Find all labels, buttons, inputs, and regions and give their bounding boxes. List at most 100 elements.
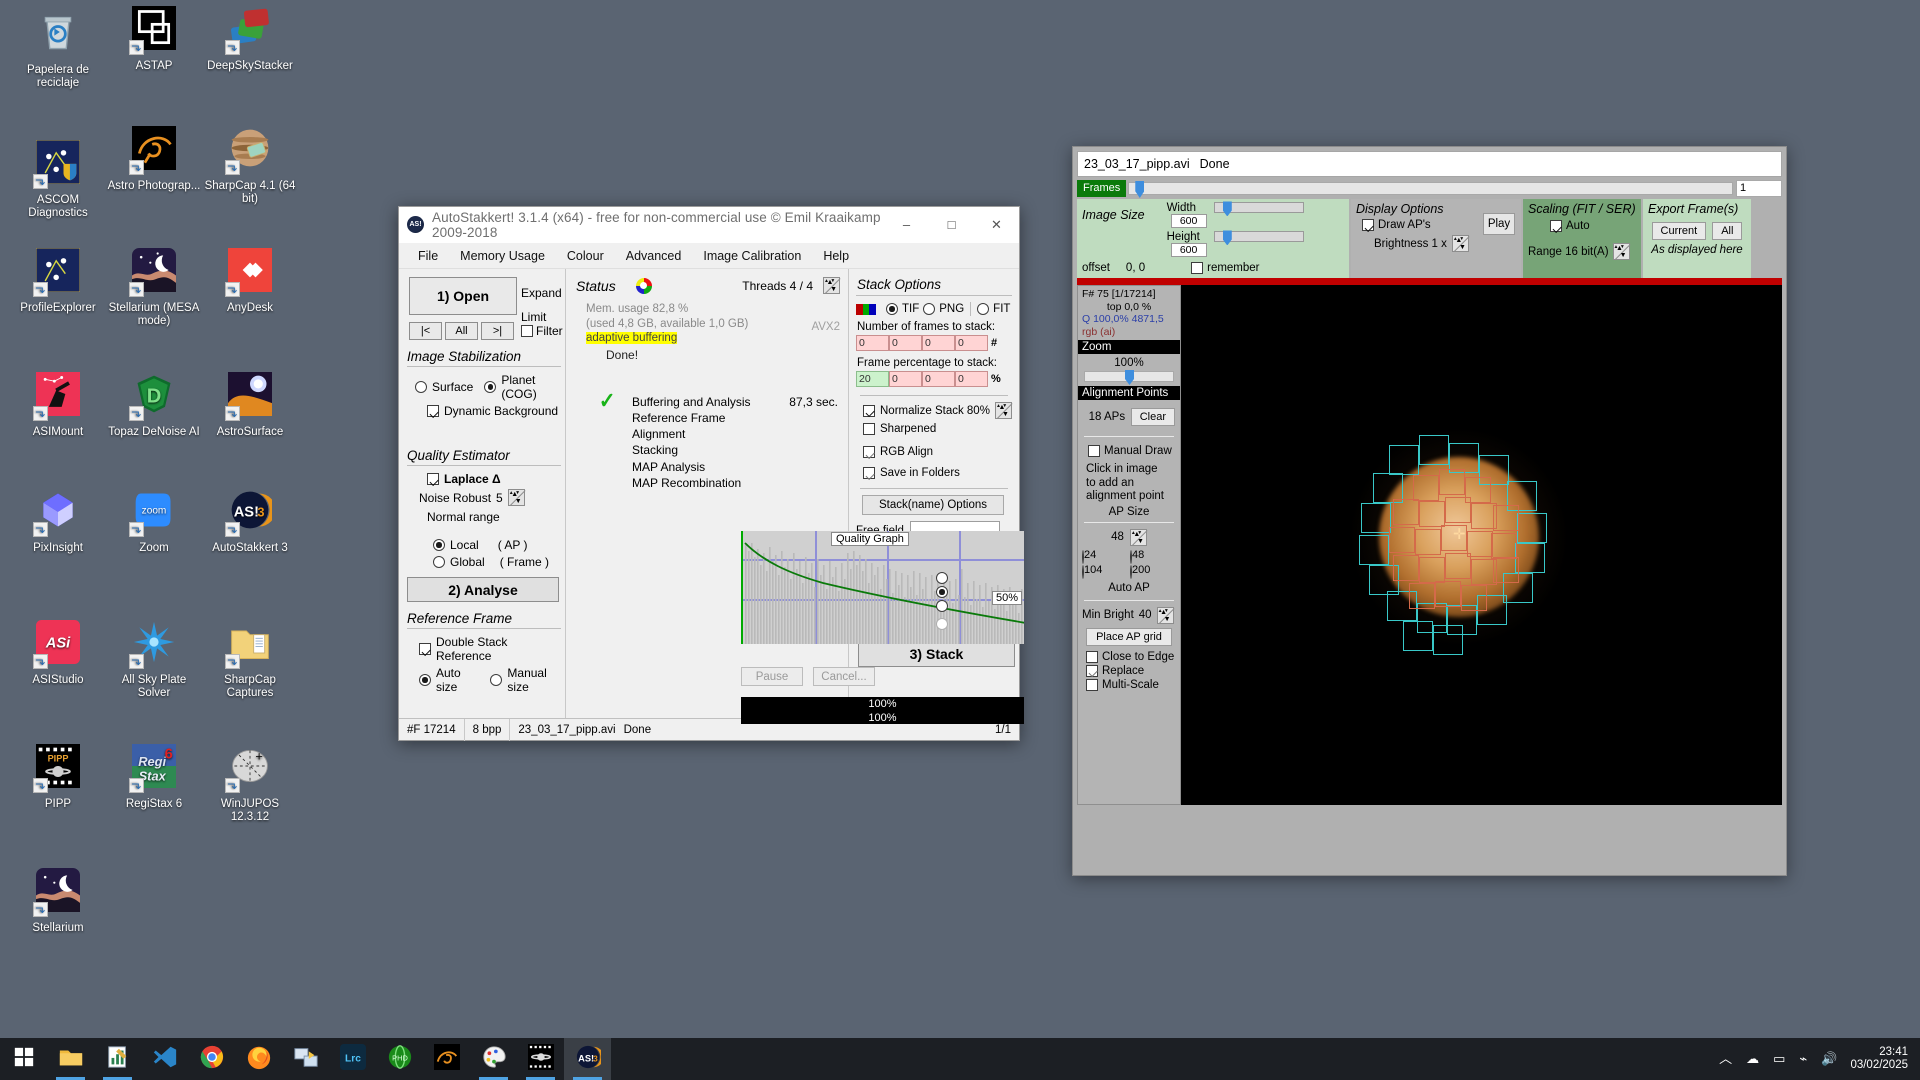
volume-icon[interactable]: 🔊 <box>1814 1052 1844 1066</box>
taskbar-autostakkert-app[interactable]: AS! 3 <box>564 1038 611 1080</box>
minimize-button[interactable]: – <box>884 207 929 243</box>
wifi-icon[interactable]: ⌁ <box>1792 1052 1814 1066</box>
maximize-button[interactable]: □ <box>929 207 974 243</box>
clock[interactable]: 23:41 03/02/2025 <box>1844 1046 1920 1072</box>
desktop-icon-asimount[interactable]: ASIMount <box>10 372 106 439</box>
colour-wheel-icon[interactable] <box>635 277 652 294</box>
drizzle-off-radio[interactable] <box>936 572 948 584</box>
auto-size-radio[interactable] <box>419 674 431 686</box>
desktop-icon-stellarium[interactable]: Stellarium <box>10 868 106 935</box>
clear-aps-button[interactable]: Clear <box>1130 408 1175 426</box>
noise-robust-spinner[interactable]: ▲ ▼ <box>507 489 525 506</box>
brightness-spinner[interactable]: ▲ ▼ <box>1451 235 1469 252</box>
alignment-point-box[interactable] <box>1439 469 1465 495</box>
analyse-button[interactable]: 2) Analyse <box>407 577 559 602</box>
local-ap-radio[interactable] <box>433 539 445 551</box>
alignment-point-box[interactable] <box>1389 445 1419 475</box>
desktop-icon-astap[interactable]: ASTAP <box>106 6 202 73</box>
rgb-align-checkbox[interactable] <box>863 446 875 458</box>
alignment-point-box[interactable] <box>1435 581 1461 607</box>
alignment-point-box[interactable] <box>1361 503 1391 533</box>
onedrive-icon[interactable]: ☁ <box>1739 1052 1766 1066</box>
alignment-point-box[interactable] <box>1493 557 1519 583</box>
viewer-titlebar[interactable]: 23_03_17_pipp.avi Done <box>1077 151 1782 177</box>
taskbar-file-explorer[interactable] <box>47 1038 94 1080</box>
all-frames-button[interactable]: All <box>445 322 478 340</box>
alignment-point-box[interactable] <box>1389 527 1415 553</box>
desktop-icon-sharpcap[interactable]: SharpCap 4.1 (64 bit) <box>202 126 298 206</box>
normalize-stack-spinner[interactable]: ▲ ▼ <box>994 402 1012 419</box>
stack-button[interactable]: 3) Stack <box>858 641 1015 667</box>
alignment-point-box[interactable] <box>1445 497 1471 523</box>
format-fit-radio[interactable] <box>977 303 990 315</box>
frame-percentage-input-1[interactable]: 20 <box>856 371 889 387</box>
frames-to-stack-input-1[interactable]: 0 <box>856 335 889 351</box>
double-stack-reference-checkbox[interactable] <box>419 643 431 655</box>
alignment-point-box[interactable] <box>1359 535 1389 565</box>
taskbar-astro-photography-tool[interactable] <box>423 1038 470 1080</box>
alignment-point-box[interactable] <box>1445 553 1471 579</box>
desktop-icon-anydesk[interactable]: AnyDesk <box>202 248 298 315</box>
desktop-icon-zoom[interactable]: zoom Zoom <box>106 488 202 555</box>
desktop-icon-pipp[interactable]: PIPP PIPP <box>10 744 106 811</box>
alignment-point-box[interactable] <box>1415 529 1441 555</box>
autostakkert-titlebar[interactable]: AutoStakkert! 3.1.4 (x64) - free for non… <box>399 207 1019 243</box>
alignment-point-box[interactable] <box>1419 557 1445 583</box>
play-button[interactable]: Play <box>1483 213 1515 235</box>
desktop-icon-deepskystacker[interactable]: DeepSkyStacker <box>202 6 298 73</box>
taskbar-notepad-app[interactable] <box>94 1038 141 1080</box>
battery-icon[interactable]: ▭ <box>1766 1052 1792 1066</box>
format-png-radio[interactable] <box>923 303 936 315</box>
taskbar-pipp-app[interactable] <box>517 1038 564 1080</box>
range-spinner[interactable]: ▲ ▼ <box>1612 243 1630 260</box>
ap-size-spinner[interactable]: ▲ ▼ <box>1129 528 1147 546</box>
laplace-checkbox[interactable] <box>427 473 439 485</box>
dynamic-background-checkbox[interactable] <box>427 405 439 417</box>
frames-number-input[interactable]: 1 <box>1736 180 1782 197</box>
drizzle-1-5x-radio[interactable] <box>936 586 948 598</box>
ap-size-48-radio[interactable] <box>1130 549 1132 564</box>
desktop-icon-astro-photograp[interactable]: Astro Photograp... <box>106 126 202 193</box>
pause-button[interactable]: Pause <box>741 667 803 686</box>
normalize-stack-checkbox[interactable] <box>863 404 875 417</box>
planet-cog-radio[interactable] <box>484 381 497 393</box>
menu-item-help[interactable]: Help <box>812 246 860 266</box>
open-button[interactable]: 1) Open <box>409 277 517 315</box>
desktop-icon-sharpcap-captures[interactable]: SharpCap Captures <box>202 620 298 700</box>
export-all-button[interactable]: All <box>1712 222 1743 240</box>
alignment-point-box[interactable] <box>1419 501 1445 527</box>
taskbar-remote-desktop-app[interactable] <box>282 1038 329 1080</box>
frame-percentage-input-3[interactable]: 0 <box>922 371 955 387</box>
menu-item-advanced[interactable]: Advanced <box>615 246 693 266</box>
desktop-icon-all-sky-plate-solver[interactable]: All Sky Plate Solver <box>106 620 202 700</box>
desktop-icon-stellarium-mesa[interactable]: Stellarium (MESA mode) <box>106 248 202 328</box>
global-frame-radio[interactable] <box>433 556 445 568</box>
chevron-up-icon[interactable]: ︿ <box>1712 1052 1739 1066</box>
taskbar-start-button[interactable] <box>0 1038 47 1080</box>
taskbar-chrome-app[interactable] <box>188 1038 235 1080</box>
frames-to-stack-input-4[interactable]: 0 <box>955 335 988 351</box>
alignment-point-box[interactable] <box>1393 499 1419 525</box>
desktop-icon-pixinsight[interactable]: PixInsight <box>10 488 106 555</box>
last-frame-button[interactable]: >| <box>481 322 514 340</box>
desktop-icon-topaz-denoise[interactable]: D Topaz DeNoise AI <box>106 372 202 439</box>
quality-graph[interactable]: Quality Graph 50% <box>741 531 1024 644</box>
draw-aps-checkbox[interactable] <box>1362 219 1374 231</box>
desktop-icon-registax6[interactable]: RegiStax6 RegiStax 6 <box>106 744 202 811</box>
expand-label[interactable]: Expand <box>521 281 562 305</box>
frames-to-stack-input-2[interactable]: 0 <box>889 335 922 351</box>
desktop-icon-autostakkert3[interactable]: AS!3 AutoStakkert 3 <box>202 488 298 555</box>
alignment-point-box[interactable] <box>1515 543 1545 573</box>
close-button[interactable]: ✕ <box>974 207 1019 243</box>
desktop-icon-winjupos[interactable]: + WinJUPOS 12.3.12 <box>202 744 298 824</box>
alignment-point-box[interactable] <box>1491 533 1517 559</box>
surface-radio[interactable] <box>415 381 427 393</box>
taskbar-paint-app[interactable] <box>470 1038 517 1080</box>
first-frame-button[interactable]: |< <box>409 322 442 340</box>
desktop-icon-asistudio[interactable]: ASi ASIStudio <box>10 620 106 687</box>
export-current-button[interactable]: Current <box>1651 222 1707 240</box>
replace-checkbox[interactable] <box>1086 664 1098 677</box>
desktop-icon-astrosurface[interactable]: AstroSurface <box>202 372 298 439</box>
sharpened-checkbox[interactable] <box>863 423 875 435</box>
min-bright-spinner[interactable]: ▲ ▼ <box>1156 606 1174 624</box>
